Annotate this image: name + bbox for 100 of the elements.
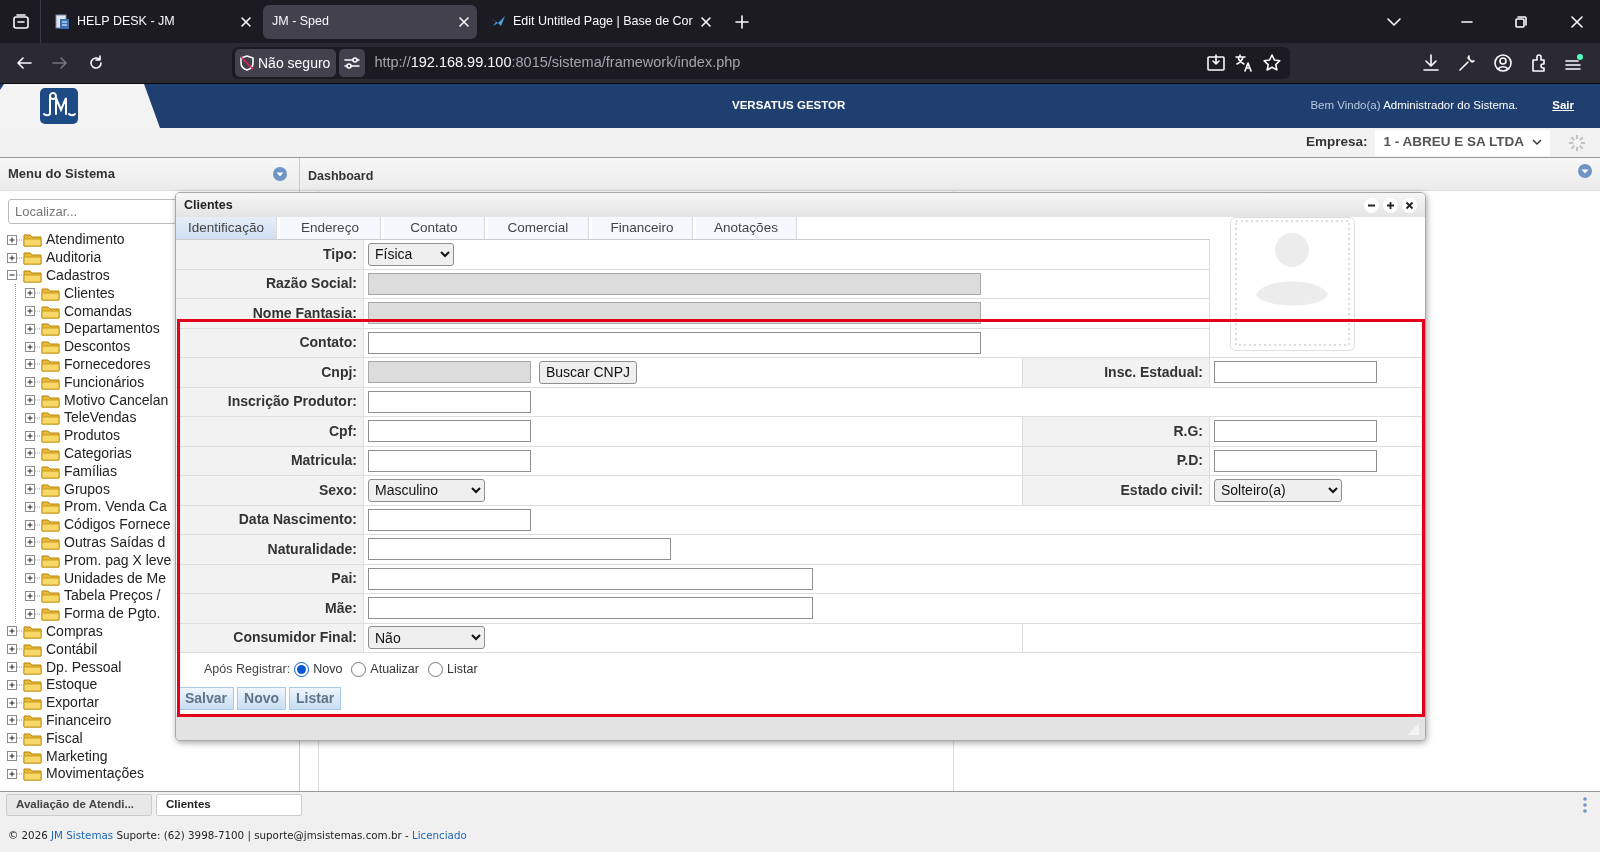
close-icon[interactable] [1402, 197, 1417, 213]
input-field[interactable] [368, 508, 531, 531]
radio-label[interactable]: Listar [447, 660, 478, 679]
select-field[interactable]: Solteiro(a) [1214, 478, 1342, 502]
new-tab-icon[interactable] [734, 14, 749, 29]
collapse-icon[interactable] [273, 167, 287, 181]
form-tab[interactable]: Anotações [696, 217, 797, 239]
expand-box-icon[interactable] [25, 288, 41, 299]
expand-box-icon[interactable] [25, 537, 41, 548]
extensions-icon[interactable] [1530, 54, 1548, 72]
browser-tab[interactable]: JM - Sped [263, 4, 477, 39]
input-field[interactable] [1214, 420, 1377, 443]
form-tab[interactable]: Contato [384, 217, 485, 239]
expand-box-icon[interactable] [25, 590, 41, 601]
expand-box-icon[interactable] [25, 466, 41, 477]
radio-label[interactable]: Atualizar [370, 660, 419, 679]
tree-item[interactable]: Movimentações [7, 764, 299, 783]
account-icon[interactable] [1494, 54, 1512, 72]
form-tab[interactable]: Identificação [176, 217, 277, 239]
company-select[interactable]: 1 - ABREU E SA LTDA [1375, 129, 1550, 156]
expand-box-icon[interactable] [25, 395, 41, 406]
input-field[interactable] [368, 420, 531, 443]
expand-box-icon[interactable] [25, 501, 41, 512]
back-icon[interactable] [16, 56, 32, 70]
reload-icon[interactable] [88, 55, 104, 71]
expand-box-icon[interactable] [7, 768, 23, 779]
download-icon[interactable] [1422, 54, 1440, 72]
input-field[interactable] [368, 449, 531, 472]
expand-box-icon[interactable] [7, 697, 23, 708]
security-chip[interactable]: Não seguro [235, 49, 337, 77]
form-tab[interactable]: Comercial [488, 217, 589, 239]
translate-icon[interactable] [1235, 54, 1253, 72]
expand-box-icon[interactable] [7, 733, 23, 744]
tree-item[interactable]: Fiscal [7, 729, 299, 748]
input-field[interactable] [1214, 449, 1377, 472]
wrench-icon[interactable] [1458, 54, 1476, 72]
expand-box-icon[interactable] [25, 306, 41, 317]
expand-box-icon[interactable] [25, 377, 41, 388]
input-field[interactable] [368, 567, 813, 590]
expand-box-icon[interactable] [25, 555, 41, 566]
expand-box-icon[interactable] [25, 608, 41, 619]
expand-box-icon[interactable] [25, 341, 41, 352]
input-field[interactable] [368, 597, 813, 620]
form-tab[interactable]: Financeiro [592, 217, 693, 239]
footer-link[interactable]: JM Sistemas [51, 828, 114, 841]
window-tab[interactable]: Clientes [156, 794, 302, 816]
site-settings-button[interactable] [339, 49, 366, 77]
expand-box-icon[interactable] [25, 323, 41, 334]
expand-box-icon[interactable] [7, 626, 23, 637]
expand-box-icon[interactable] [25, 430, 41, 441]
menu-icon[interactable] [1564, 54, 1584, 72]
input-field[interactable] [368, 331, 981, 354]
window-tab[interactable]: Avaliação de Atendi... [6, 794, 152, 816]
radio-button[interactable] [351, 661, 367, 677]
radio-label[interactable]: Novo [313, 660, 343, 679]
collapse-icon[interactable] [1578, 164, 1592, 178]
close-icon[interactable] [240, 15, 252, 28]
action-button[interactable]: Listar [289, 686, 342, 710]
expand-box-icon[interactable] [7, 252, 23, 263]
expand-box-icon[interactable] [25, 573, 41, 584]
tree-item[interactable]: Marketing [7, 747, 299, 765]
restore-icon[interactable] [1515, 15, 1527, 28]
expand-box-icon[interactable] [7, 679, 23, 690]
expand-box-icon[interactable] [7, 662, 23, 672]
input-field[interactable] [368, 390, 531, 413]
select-field[interactable]: Física [368, 242, 454, 266]
tab-list-icon[interactable] [12, 13, 30, 30]
minimize-icon[interactable] [1364, 197, 1379, 213]
chevron-down-icon[interactable] [1387, 16, 1401, 27]
kebab-icon[interactable] [1583, 797, 1587, 813]
star-icon[interactable] [1263, 54, 1281, 72]
expand-box-icon[interactable] [7, 715, 23, 726]
radio-button[interactable] [428, 661, 443, 677]
url-text[interactable]: http://192.168.99.100:8015/sistema/framework/index.php [374, 52, 1207, 74]
browser-tab[interactable]: HELP DESK - JM [45, 4, 259, 39]
radio-button[interactable] [294, 661, 310, 677]
expand-box-icon[interactable] [25, 484, 41, 495]
action-button[interactable]: Salvar [178, 686, 235, 710]
browser-tab[interactable]: Edit Untitled Page | Base de Cor [481, 4, 719, 39]
collapse-box-icon[interactable] [7, 270, 23, 281]
input-field[interactable] [1214, 361, 1377, 384]
close-icon[interactable] [458, 15, 470, 28]
logout-link[interactable]: Sair [1552, 97, 1574, 115]
expand-box-icon[interactable] [25, 448, 41, 459]
expand-box-icon[interactable] [7, 234, 23, 245]
close-icon[interactable] [1571, 15, 1583, 28]
select-field[interactable]: Não [368, 626, 485, 650]
maximize-icon[interactable] [1383, 197, 1398, 213]
install-icon[interactable] [1207, 54, 1225, 72]
forward-icon[interactable] [52, 56, 68, 70]
expand-box-icon[interactable] [25, 519, 41, 530]
action-button[interactable]: Novo [237, 686, 287, 710]
form-tab[interactable]: Endereço [280, 217, 381, 239]
close-icon[interactable] [699, 15, 712, 28]
expand-box-icon[interactable] [7, 751, 23, 761]
footer-link[interactable]: Licenciado [411, 828, 467, 841]
expand-box-icon[interactable] [7, 644, 23, 655]
input-field[interactable] [368, 538, 671, 561]
expand-box-icon[interactable] [25, 359, 41, 370]
select-field[interactable]: Masculino [368, 478, 485, 502]
